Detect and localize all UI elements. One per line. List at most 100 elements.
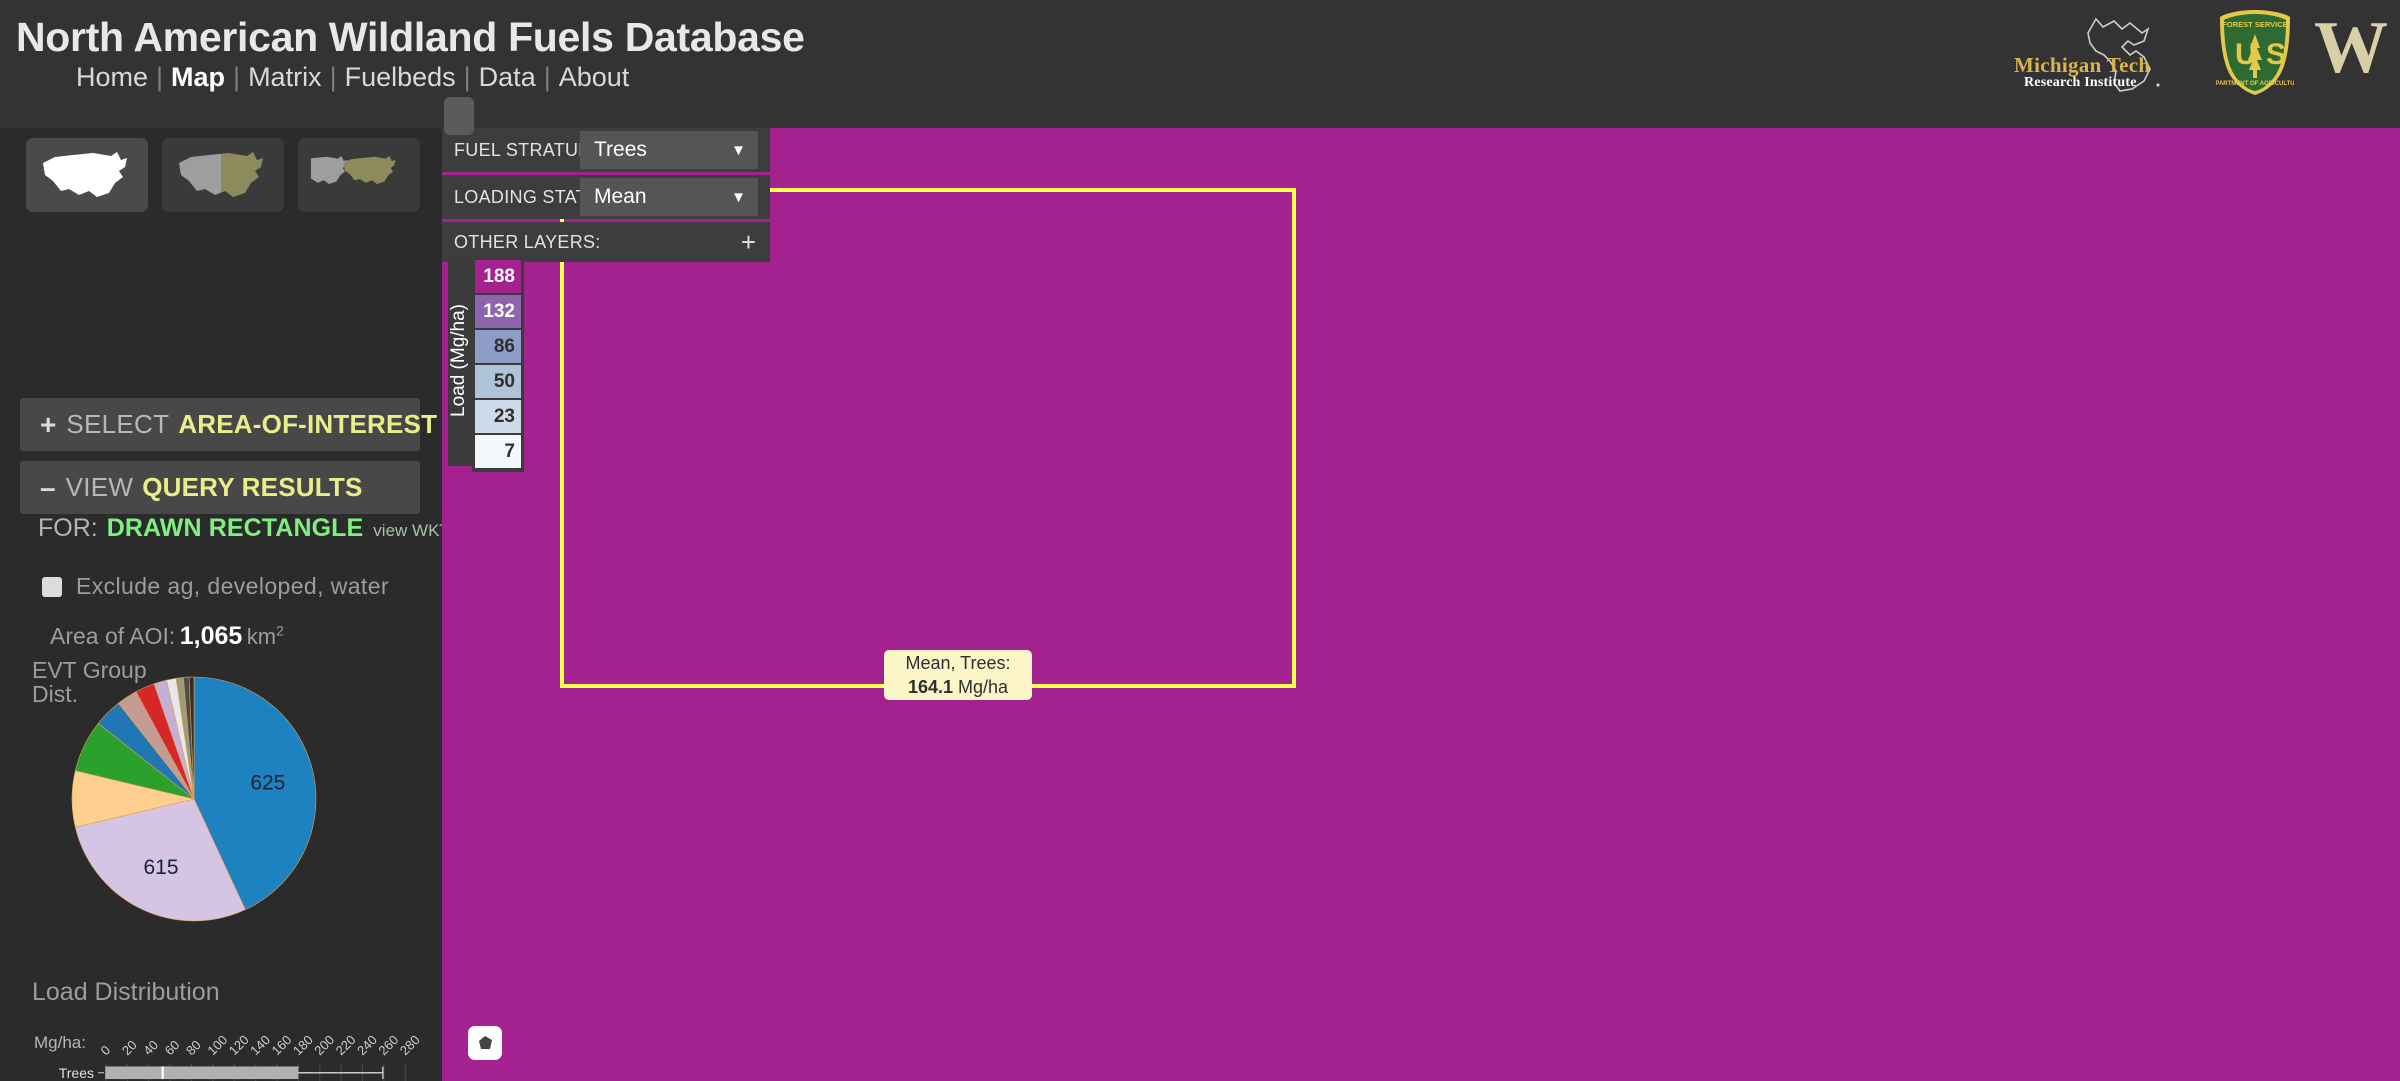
us-forest-service-shield-icon: FOREST SERVICE U S DEPARTMENT OF AGRICUL… <box>2216 10 2294 95</box>
pie-slice-label: 615 <box>143 856 178 879</box>
usa-dual-map-icon <box>311 156 396 185</box>
pie-slice-label: 625 <box>250 772 285 795</box>
boxplot-x-tick-label: 140 <box>247 1032 273 1058</box>
exclude-checkbox-label: Exclude ag, developed, water <box>76 573 389 599</box>
boxplot-x-tick-label: 40 <box>140 1037 161 1058</box>
view-mode-dual-map[interactable] <box>298 138 420 212</box>
legend-title: Load (Mg/ha) <box>448 258 472 466</box>
map-legend: Load (Mg/ha) 188 132 86 50 23 7 <box>448 258 524 472</box>
michigan-tech-subtitle: Research Institute <box>2024 75 2137 90</box>
boxplot-x-tick-label: 80 <box>183 1037 204 1058</box>
svg-text:S: S <box>2266 38 2286 71</box>
panel-view-query-results[interactable]: – VIEW QUERY RESULTS <box>20 461 420 514</box>
loading-statistic-label: LOADING STATISTIC: <box>454 186 640 207</box>
boxplot-x-tick-label: 160 <box>269 1032 295 1058</box>
boxplot-x-tick-label: 120 <box>226 1032 252 1058</box>
page-title: North American Wildland Fuels Database <box>16 14 805 60</box>
application-root: North American Wildland Fuels Database H… <box>0 0 2400 1081</box>
boxplot-category-label: Trees <box>59 1065 94 1081</box>
nav-item-matrix[interactable]: Matrix <box>240 62 330 92</box>
boxplot-x-tick-label: 60 <box>162 1037 183 1058</box>
legend-swatch-list: 188 132 86 50 23 7 <box>472 258 524 472</box>
chevron-down-icon: ▼ <box>731 188 746 206</box>
nav-item-fuelbeds[interactable]: Fuelbeds <box>337 62 464 92</box>
map-control-panel: FUEL STRATUM: Trees ▼ LOADING STATISTIC:… <box>442 128 770 265</box>
loading-statistic-select[interactable]: Mean ▼ <box>580 178 758 216</box>
map-collapse-handle[interactable] <box>444 97 474 135</box>
view-mode-split-map[interactable] <box>162 138 284 212</box>
legend-item-86: 86 <box>475 330 521 363</box>
tooltip-title: Mean, Trees: <box>905 652 1011 673</box>
view-wkt-link[interactable]: view WKT <box>373 521 442 541</box>
nav-separator: | <box>233 62 241 92</box>
legend-item-7: 7 <box>475 435 521 468</box>
partner-logos: Michigan Tech Research Institute FOREST … <box>2014 4 2388 100</box>
nav-item-home[interactable]: Home <box>68 62 156 92</box>
loading-statistic-value: Mean <box>594 185 647 208</box>
panel-toggle-icon: + <box>40 408 57 440</box>
other-layers-label: OTHER LAYERS: <box>454 231 601 252</box>
boxplot-x-tick-label: 260 <box>375 1032 401 1058</box>
other-layers-row[interactable]: OTHER LAYERS: + <box>442 222 770 262</box>
legend-item-23: 23 <box>475 400 521 433</box>
evt-group-pie-chart: 625 615 <box>68 673 368 928</box>
usa-map-icon <box>43 152 127 197</box>
boxplot-x-tick-label: 200 <box>311 1032 337 1058</box>
svg-text:FOREST SERVICE: FOREST SERVICE <box>2222 20 2287 29</box>
nav-separator: | <box>156 62 164 92</box>
boxplot-unit-label: Mg/ha: <box>34 1033 86 1052</box>
plus-icon[interactable]: + <box>741 227 756 258</box>
svg-text:DEPARTMENT OF AGRICULTURE: DEPARTMENT OF AGRICULTURE <box>2216 81 2294 87</box>
panel-aoi-verb: SELECT <box>66 409 170 439</box>
chevron-down-icon: ▼ <box>731 141 746 159</box>
map-value-tooltip: Mean, Trees: 164.1 Mg/ha <box>884 650 1032 700</box>
draw-polygon-tool-button[interactable] <box>468 1026 502 1060</box>
fuel-stratum-select[interactable]: Trees ▼ <box>580 131 758 169</box>
michigan-tech-logo: Michigan Tech Research Institute <box>2014 9 2196 95</box>
nav-item-data[interactable]: Data <box>471 62 544 92</box>
boxplot-x-tick-label: 280 <box>397 1032 423 1058</box>
boxplot-x-tick-label: 240 <box>354 1032 380 1058</box>
for-label: FOR: <box>38 514 98 542</box>
query-results-body: FOR: DRAWN RECTANGLE view WKT Exclude ag… <box>20 514 442 651</box>
panel-results-label: QUERY RESULTS <box>142 472 363 502</box>
main-navigation: Home | Map | Matrix | Fuelbeds | Data | About <box>68 62 637 93</box>
aoi-source-value: DRAWN RECTANGLE <box>106 514 364 542</box>
legend-item-50: 50 <box>475 365 521 398</box>
map-viewport[interactable]: Mean, Trees: 164.1 Mg/ha <box>442 128 2400 1081</box>
boxplot-x-tick-label: 100 <box>204 1032 230 1058</box>
boxplot-x-tick-label: 220 <box>333 1032 359 1058</box>
legend-item-188: 188 <box>475 260 521 293</box>
boxplot-box <box>106 1066 299 1080</box>
fuel-stratum-row: FUEL STRATUM: Trees ▼ <box>442 128 770 172</box>
fuel-stratum-value: Trees <box>594 138 647 161</box>
nav-item-map[interactable]: Map <box>163 62 233 92</box>
exclude-checkbox[interactable] <box>42 576 62 597</box>
usa-split-map-icon <box>179 152 263 197</box>
exclude-filter-row[interactable]: Exclude ag, developed, water <box>20 573 420 600</box>
area-of-aoi-label: Area of AOI: <box>50 623 176 649</box>
nav-separator: | <box>463 62 471 92</box>
tooltip-value: 164.1 Mg/ha <box>907 676 1009 697</box>
left-sidebar: + SELECT AREA-OF-INTEREST – VIEW QUERY R… <box>0 128 442 1081</box>
aoi-source-row: FOR: DRAWN RECTANGLE view WKT <box>20 514 442 543</box>
panel-aoi-label: AREA-OF-INTEREST <box>178 409 438 439</box>
nav-item-about[interactable]: About <box>551 62 638 92</box>
fuel-stratum-label: FUEL STRATUM: <box>454 139 599 160</box>
boxplot-x-tick-label: 0 <box>98 1042 114 1058</box>
site-header: North American Wildland Fuels Database H… <box>0 0 2400 128</box>
load-distribution-title: Load Distribution <box>32 978 220 1006</box>
view-mode-selector <box>26 138 420 212</box>
legend-item-132: 132 <box>475 295 521 328</box>
uw-logo: W <box>2314 6 2388 89</box>
area-of-aoi-unit: km2 <box>246 622 284 649</box>
panel-select-area-of-interest[interactable]: + SELECT AREA-OF-INTEREST <box>20 398 437 451</box>
view-mode-single-map[interactable] <box>26 138 148 212</box>
nav-separator: | <box>329 62 337 92</box>
load-distribution-boxplot: Mg/ha: 0 20 40 60 80 100 120 140 160 180 200 220 240 2… <box>20 1008 430 1081</box>
boxplot-x-tick-label: 180 <box>290 1032 316 1058</box>
area-of-aoi-value: 1,065 <box>179 622 243 650</box>
boxplot-x-tick-label: 20 <box>119 1037 140 1058</box>
panel-results-verb: VIEW <box>65 472 134 502</box>
loading-statistic-row: LOADING STATISTIC: Mean ▼ <box>442 175 770 219</box>
